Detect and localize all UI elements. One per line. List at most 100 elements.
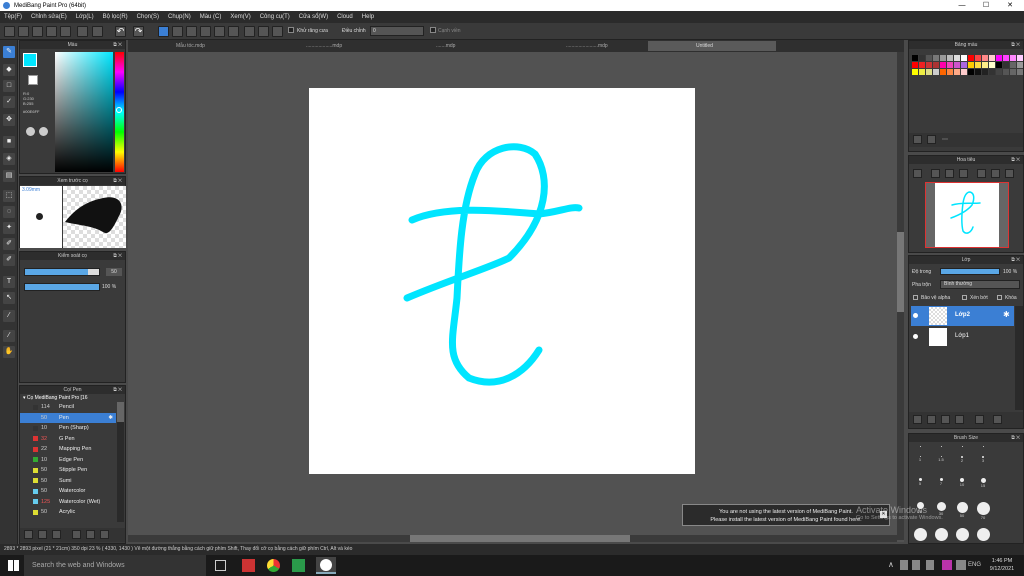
palette-swatch[interactable] xyxy=(961,55,967,61)
palette-swatch[interactable] xyxy=(982,69,988,75)
palette-swatch[interactable] xyxy=(933,55,939,61)
add-color-icon[interactable] xyxy=(913,135,922,144)
clock[interactable]: 1:46 PM 9/12/2021 xyxy=(985,557,1019,573)
maximize-button[interactable]: ☐ xyxy=(974,0,998,11)
tab-file-4[interactable]: .......................mdp xyxy=(518,41,648,51)
palette-swatch[interactable] xyxy=(1017,69,1023,75)
select-tool-icon[interactable]: ⬚ xyxy=(3,190,15,202)
menu-capture[interactable]: Chụp(N) xyxy=(168,14,191,20)
palette-swatch[interactable] xyxy=(919,69,925,75)
medibang-taskbar-icon[interactable] xyxy=(316,557,336,574)
cross-snap-icon[interactable] xyxy=(186,26,197,37)
color-wheel-icon[interactable] xyxy=(39,127,48,136)
layer-row[interactable]: Lớp2 ✱ xyxy=(911,306,1014,326)
folder-icon[interactable] xyxy=(86,530,95,539)
comment-icon[interactable] xyxy=(32,26,43,37)
flip-icon[interactable] xyxy=(1005,169,1014,178)
hue-handle[interactable] xyxy=(116,107,122,113)
gear-icon[interactable]: ✱ xyxy=(108,415,113,421)
divide-tool-icon[interactable]: ⁄ xyxy=(3,330,15,342)
brush-size-option[interactable]: 15 xyxy=(973,478,993,488)
palette-swatch[interactable] xyxy=(1017,62,1023,68)
artboard[interactable] xyxy=(309,88,695,474)
app-pinned-icon[interactable] xyxy=(242,559,255,572)
brush-size-option[interactable]: 3 xyxy=(973,456,993,463)
settings-snap-icon[interactable] xyxy=(272,26,283,37)
taskbar-search-input[interactable]: Search the web and Windows xyxy=(24,555,206,576)
palette-swatch[interactable] xyxy=(968,69,974,75)
language-indicator[interactable]: ENG xyxy=(968,562,981,568)
cloud-icon[interactable] xyxy=(4,26,15,37)
save-icon[interactable] xyxy=(60,26,71,37)
opacity-slider[interactable] xyxy=(24,283,100,291)
more-icon[interactable]: ⋯ xyxy=(942,136,948,143)
close-icon[interactable]: ⧉ ✕ xyxy=(1011,434,1020,442)
brush-item[interactable]: 10 Pen (Sharp) xyxy=(20,423,116,434)
new-file-icon[interactable] xyxy=(18,26,29,37)
parallel-snap-icon[interactable] xyxy=(172,26,183,37)
move-tool-icon[interactable]: ✥ xyxy=(3,114,15,126)
menu-select[interactable]: Chọn(S) xyxy=(137,14,159,20)
brush-item[interactable]: 125 Watercolor (Wet) xyxy=(20,497,116,508)
update-notification[interactable]: You are not using the latest version of … xyxy=(682,504,890,526)
brush-size-option[interactable]: 70 xyxy=(973,502,993,520)
menu-window[interactable]: Cửa sổ(W) xyxy=(299,14,328,20)
lock-checkbox[interactable] xyxy=(997,295,1002,300)
palette-swatch[interactable] xyxy=(933,62,939,68)
palette-swatch[interactable] xyxy=(961,62,967,68)
add-brush-icon[interactable] xyxy=(24,530,33,539)
tray-chevron-icon[interactable]: ∧ xyxy=(888,560,894,569)
brush-size-option[interactable] xyxy=(952,528,972,541)
size-value[interactable]: 50 xyxy=(106,268,122,276)
actual-size-icon[interactable] xyxy=(959,169,968,178)
palette-swatch[interactable] xyxy=(954,69,960,75)
palette-swatch[interactable] xyxy=(989,62,995,68)
text-tool-icon[interactable]: T xyxy=(3,276,15,288)
tray-app-icon[interactable] xyxy=(956,560,966,570)
brush-size-option[interactable] xyxy=(973,446,993,447)
close-icon[interactable]: ⧉ ✕ xyxy=(1011,256,1020,264)
layer-opacity-slider[interactable] xyxy=(940,268,1000,275)
eyedropper-tool-icon[interactable]: ⁄ xyxy=(3,310,15,322)
size-slider[interactable] xyxy=(24,268,100,276)
import-brush-icon[interactable] xyxy=(72,530,81,539)
palette-swatch[interactable] xyxy=(1003,69,1009,75)
palette-swatch[interactable] xyxy=(947,69,953,75)
palette-swatch[interactable] xyxy=(996,69,1002,75)
eraser-tool-icon[interactable]: ◆ xyxy=(3,64,15,76)
brush-size-option[interactable] xyxy=(910,446,930,447)
operation-tool-icon[interactable]: ↖ xyxy=(3,292,15,304)
gradient-tool-icon[interactable]: ▤ xyxy=(3,170,15,182)
horizontal-scrollbar[interactable] xyxy=(128,535,897,542)
palette-swatch[interactable] xyxy=(989,55,995,61)
brush-options-icon[interactable] xyxy=(52,530,61,539)
brush-item[interactable]: 50 Pen ✱ xyxy=(20,412,116,423)
open-icon[interactable] xyxy=(46,26,57,37)
new-brush-icon[interactable] xyxy=(38,530,47,539)
brush-size-option[interactable]: 7 xyxy=(931,478,951,486)
palette-swatch[interactable] xyxy=(940,62,946,68)
network-icon[interactable] xyxy=(900,560,908,570)
close-icon[interactable]: ✕ xyxy=(880,511,887,518)
vertical-scrollbar[interactable] xyxy=(897,52,904,540)
gear-icon[interactable]: ✱ xyxy=(1003,310,1010,319)
minimize-button[interactable]: — xyxy=(950,0,974,11)
palette-swatch[interactable] xyxy=(926,69,932,75)
tab-file-3[interactable]: .......mdp xyxy=(388,41,518,51)
duplicate-layer-icon[interactable] xyxy=(941,415,950,424)
palette-swatch[interactable] xyxy=(996,55,1002,61)
chrome-icon[interactable] xyxy=(267,559,280,572)
tab-untitled[interactable]: Untitled xyxy=(648,41,776,51)
brush-item[interactable]: 50 Watercolor xyxy=(20,486,116,497)
palette-swatch[interactable] xyxy=(954,62,960,68)
tab-mau-toc[interactable]: Mẫu tóc.mdp xyxy=(128,41,258,51)
curve-snap-icon[interactable] xyxy=(244,26,255,37)
brush-size-option[interactable]: 30 xyxy=(931,502,951,516)
app-pinned-icon[interactable] xyxy=(292,559,305,572)
visibility-icon[interactable] xyxy=(913,313,918,318)
primary-color-swatch[interactable] xyxy=(23,53,37,67)
brush-size-option[interactable]: 10 xyxy=(952,478,972,487)
secondary-color-swatch[interactable] xyxy=(28,75,38,85)
palette-swatch[interactable] xyxy=(954,55,960,61)
close-icon[interactable]: ⧉ ✕ xyxy=(1011,156,1020,164)
